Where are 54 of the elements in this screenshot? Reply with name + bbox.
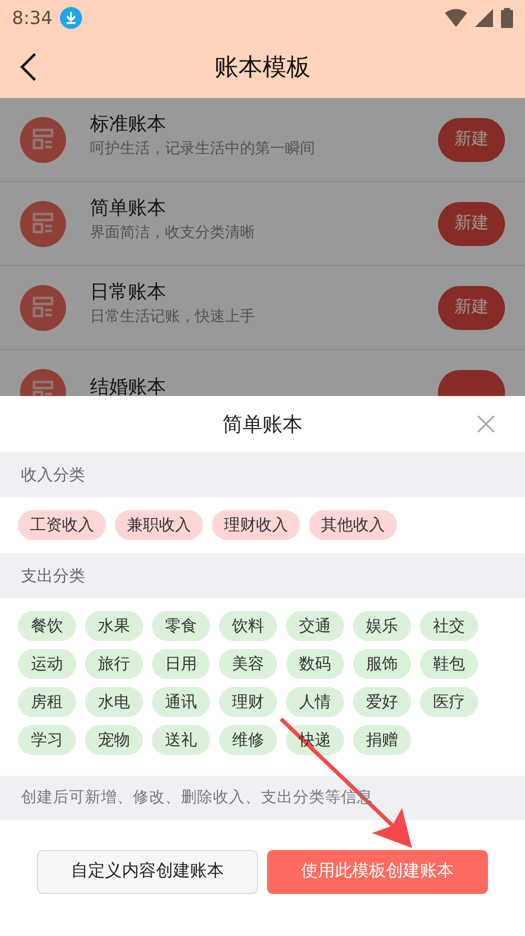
category-tag[interactable]: 医疗: [420, 687, 478, 717]
category-tag[interactable]: 爱好: [353, 687, 411, 717]
category-tag[interactable]: 旅行: [85, 649, 143, 679]
category-tag[interactable]: 水电: [85, 687, 143, 717]
signal-icon: [475, 9, 493, 27]
page-title: 账本模板: [214, 52, 310, 83]
close-button[interactable]: [477, 415, 495, 433]
template-name: 结婚账本: [90, 376, 167, 396]
category-tag[interactable]: 理财收入: [212, 510, 300, 540]
template-name: 简单账本: [90, 197, 167, 221]
back-icon: [18, 52, 38, 82]
template-description: 呵护生活，记录生活中的第一瞬间: [90, 139, 316, 158]
category-tag[interactable]: 娱乐: [353, 611, 411, 641]
template-name: 日常账本: [90, 281, 167, 305]
category-tag[interactable]: 房租: [18, 687, 76, 717]
wifi-icon: [445, 9, 467, 27]
template-description: 日常生活记账，快速上手: [90, 307, 256, 326]
category-tag[interactable]: 餐饮: [18, 611, 76, 641]
category-tag[interactable]: 工资收入: [18, 510, 106, 540]
category-tag[interactable]: 通讯: [152, 687, 210, 717]
category-tag[interactable]: 兼职收入: [115, 510, 203, 540]
category-tag[interactable]: 理财: [219, 687, 277, 717]
category-tag[interactable]: 社交: [420, 611, 478, 641]
category-tag[interactable]: 宠物: [85, 725, 143, 755]
create-button[interactable]: 自定义内容创建账本: [37, 850, 258, 894]
ledger-icon: [20, 200, 66, 246]
template-name: 标准账本: [90, 113, 167, 137]
category-tag[interactable]: 运动: [18, 649, 76, 679]
category-tag[interactable]: 美容: [219, 649, 277, 679]
category-tag[interactable]: 零食: [152, 611, 210, 641]
ledger-icon: [20, 116, 66, 162]
close-icon: [477, 415, 495, 433]
category-tag[interactable]: 水果: [85, 611, 143, 641]
category-tag[interactable]: 数码: [286, 649, 344, 679]
status-time: 8:34: [12, 6, 52, 30]
sheet-title: 简单账本: [222, 411, 302, 438]
section-heading: 收入分类: [21, 464, 85, 486]
category-tag[interactable]: 学习: [18, 725, 76, 755]
ledger-icon: [20, 284, 66, 330]
battery-icon: [501, 8, 513, 28]
category-tag[interactable]: 日用: [152, 649, 210, 679]
category-tag[interactable]: 捐赠: [353, 725, 411, 755]
category-tag[interactable]: 送礼: [152, 725, 210, 755]
category-tag[interactable]: 饮料: [219, 611, 277, 641]
category-tag[interactable]: 维修: [219, 725, 277, 755]
category-tag[interactable]: 服饰: [353, 649, 411, 679]
category-tag[interactable]: 其他收入: [309, 510, 397, 540]
back-button[interactable]: [18, 52, 38, 82]
category-tag[interactable]: 交通: [286, 611, 344, 641]
category-tag[interactable]: 鞋包: [420, 649, 478, 679]
template-description: 界面简洁，收支分类清晰: [90, 223, 256, 242]
download-icon: [60, 7, 82, 29]
category-tag[interactable]: 人情: [286, 687, 344, 717]
section-heading: 支出分类: [21, 564, 85, 586]
